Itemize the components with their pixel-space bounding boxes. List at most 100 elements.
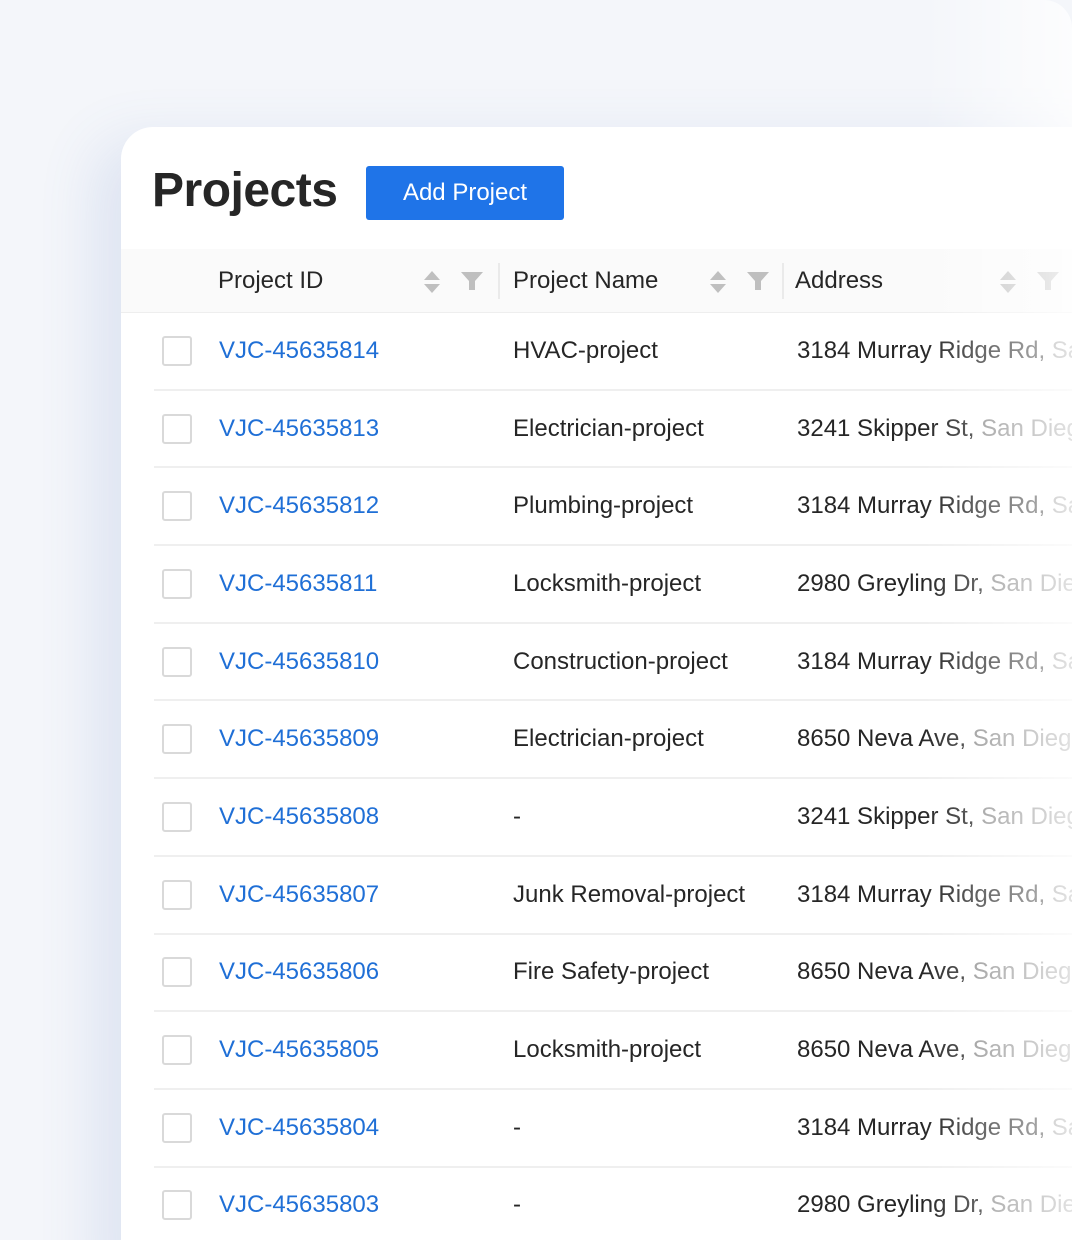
project-id-link[interactable]: VJC-45635803 — [219, 1190, 379, 1220]
project-address: 3184 Murray Ridge Rd, San Diego — [797, 491, 1072, 521]
address-street: 3241 Skipper St, — [797, 414, 975, 442]
filter-icon[interactable] — [460, 271, 484, 291]
project-name: - — [513, 802, 521, 830]
address-street: 8650 Neva Ave, — [797, 1036, 967, 1064]
address-city: San Diego — [972, 725, 1072, 753]
project-name: Electrician-project — [513, 414, 704, 442]
project-name: Electrician-project — [513, 725, 704, 753]
project-name: Construction-project — [513, 647, 728, 675]
row-checkbox[interactable] — [162, 1035, 192, 1066]
project-address: 2980 Greyling Dr, San Diego — [797, 1190, 1072, 1220]
project-id-link[interactable]: VJC-45635806 — [219, 957, 379, 987]
page-title: Projects — [152, 164, 338, 217]
project-id-link[interactable]: VJC-45635805 — [219, 1035, 379, 1065]
column-header-project-name[interactable]: Project Name — [513, 249, 658, 312]
project-id-link[interactable]: VJC-45635811 — [219, 569, 377, 599]
address-city: San Diego — [972, 1036, 1072, 1064]
sort-icon[interactable] — [709, 269, 727, 295]
table-row[interactable]: VJC-45635804 - 3184 Murray Ridge Rd, San… — [154, 1090, 1072, 1168]
filter-icon[interactable] — [746, 271, 770, 291]
project-address: 3241 Skipper St, San Diego — [797, 414, 1072, 444]
column-divider[interactable] — [498, 263, 500, 299]
address-street: 8650 Neva Ave, — [797, 725, 967, 753]
project-id-link[interactable]: VJC-45635807 — [219, 880, 379, 910]
address-street: 2980 Greyling Dr, — [797, 569, 984, 597]
address-street: 3184 Murray Ridge Rd, — [797, 492, 1046, 520]
row-checkbox[interactable] — [162, 413, 192, 444]
project-name: Fire Safety-project — [513, 958, 710, 986]
project-name: Locksmith-project — [513, 1036, 702, 1064]
address-city: San Diego — [1051, 336, 1072, 364]
row-checkbox[interactable] — [162, 957, 192, 988]
project-address: 2980 Greyling Dr, San Diego — [797, 569, 1072, 599]
row-checkbox[interactable] — [162, 801, 192, 832]
row-checkbox[interactable] — [162, 491, 192, 522]
table-row[interactable]: VJC-45635814 HVAC-project 3184 Murray Ri… — [154, 313, 1072, 391]
project-address: 8650 Neva Ave, San Diego — [797, 957, 1072, 987]
row-checkbox[interactable] — [162, 1190, 192, 1221]
project-id-link[interactable]: VJC-45635810 — [219, 647, 379, 677]
project-name: Plumbing-project — [513, 492, 694, 520]
column-header-label: Project ID — [218, 266, 324, 294]
column-header-address[interactable]: Address — [795, 249, 883, 312]
project-name: - — [513, 1113, 521, 1141]
sort-icon[interactable] — [423, 269, 441, 295]
address-city: San Diego — [990, 569, 1072, 597]
address-city: San Diego — [1051, 880, 1072, 908]
column-header-label: Project Name — [513, 266, 659, 294]
project-id-link[interactable]: VJC-45635808 — [219, 802, 379, 832]
address-city: San Diego — [990, 1191, 1072, 1219]
address-city: San Diego — [981, 802, 1072, 830]
add-project-button[interactable]: Add Project — [366, 166, 564, 220]
project-address: 3184 Murray Ridge Rd, San Diego — [797, 1113, 1072, 1143]
project-address: 3184 Murray Ridge Rd, San Diego — [797, 647, 1072, 677]
table-row[interactable]: VJC-45635807 Junk Removal-project 3184 M… — [154, 857, 1072, 935]
project-id-link[interactable]: VJC-45635812 — [219, 491, 379, 521]
sort-icon[interactable] — [999, 269, 1017, 295]
address-street: 2980 Greyling Dr, — [797, 1191, 984, 1219]
row-checkbox[interactable] — [162, 335, 192, 366]
table-row[interactable]: VJC-45635809 Electrician-project 8650 Ne… — [154, 701, 1072, 780]
address-street: 3241 Skipper St, — [797, 802, 975, 830]
table-row[interactable]: VJC-45635812 Plumbing-project 3184 Murra… — [154, 468, 1072, 547]
row-checkbox[interactable] — [162, 879, 192, 910]
project-address: 8650 Neva Ave, San Diego — [797, 724, 1072, 754]
project-address: 3241 Skipper St, San Diego — [797, 802, 1072, 832]
table-row[interactable]: VJC-45635806 Fire Safety-project 8650 Ne… — [154, 935, 1072, 1013]
row-checkbox[interactable] — [162, 724, 192, 755]
project-id-link[interactable]: VJC-45635804 — [219, 1113, 379, 1143]
address-city: San Diego — [1051, 1113, 1072, 1141]
column-header-label: Address — [795, 266, 884, 294]
table-row[interactable]: VJC-45635803 - 2980 Greyling Dr, San Die… — [154, 1168, 1072, 1240]
table-body: VJC-45635814 HVAC-project 3184 Murray Ri… — [154, 313, 1072, 1240]
project-address: 3184 Murray Ridge Rd, San Diego — [797, 336, 1072, 366]
address-street: 3184 Murray Ridge Rd, — [797, 336, 1046, 364]
row-checkbox[interactable] — [162, 568, 192, 599]
project-id-link[interactable]: VJC-45635813 — [219, 414, 379, 444]
table-row[interactable]: VJC-45635813 Electrician-project 3241 Sk… — [154, 391, 1072, 469]
column-header-project-id[interactable]: Project ID — [218, 249, 323, 312]
table-row[interactable]: VJC-45635805 Locksmith-project 8650 Neva… — [154, 1012, 1072, 1090]
project-name: Locksmith-project — [513, 569, 702, 597]
row-checkbox[interactable] — [162, 1112, 192, 1143]
filter-icon[interactable] — [1036, 271, 1060, 291]
address-street: 3184 Murray Ridge Rd, — [797, 647, 1046, 675]
column-divider[interactable] — [782, 263, 784, 299]
address-street: 3184 Murray Ridge Rd, — [797, 1113, 1046, 1141]
address-city: San Diego — [1051, 492, 1072, 520]
address-city: San Diego — [972, 958, 1072, 986]
project-id-link[interactable]: VJC-45635814 — [219, 336, 379, 366]
project-name: - — [513, 1191, 521, 1219]
row-checkbox[interactable] — [162, 646, 192, 677]
project-name: HVAC-project — [513, 336, 658, 364]
project-address: 3184 Murray Ridge Rd, San Diego — [797, 880, 1072, 910]
table-row[interactable]: VJC-45635811 Locksmith-project 2980 Grey… — [154, 546, 1072, 624]
table-row[interactable]: VJC-45635810 Construction-project 3184 M… — [154, 624, 1072, 702]
projects-panel: Projects Add Project Project ID Project … — [121, 127, 1072, 1240]
address-street: 3184 Murray Ridge Rd, — [797, 880, 1046, 908]
address-street: 8650 Neva Ave, — [797, 958, 967, 986]
app-background: Projects Add Project Project ID Project … — [0, 0, 1072, 1240]
table-header: Project ID Project Name Address — [121, 249, 1072, 313]
table-row[interactable]: VJC-45635808 - 3241 Skipper St, San Dieg… — [154, 779, 1072, 857]
project-id-link[interactable]: VJC-45635809 — [219, 724, 379, 754]
